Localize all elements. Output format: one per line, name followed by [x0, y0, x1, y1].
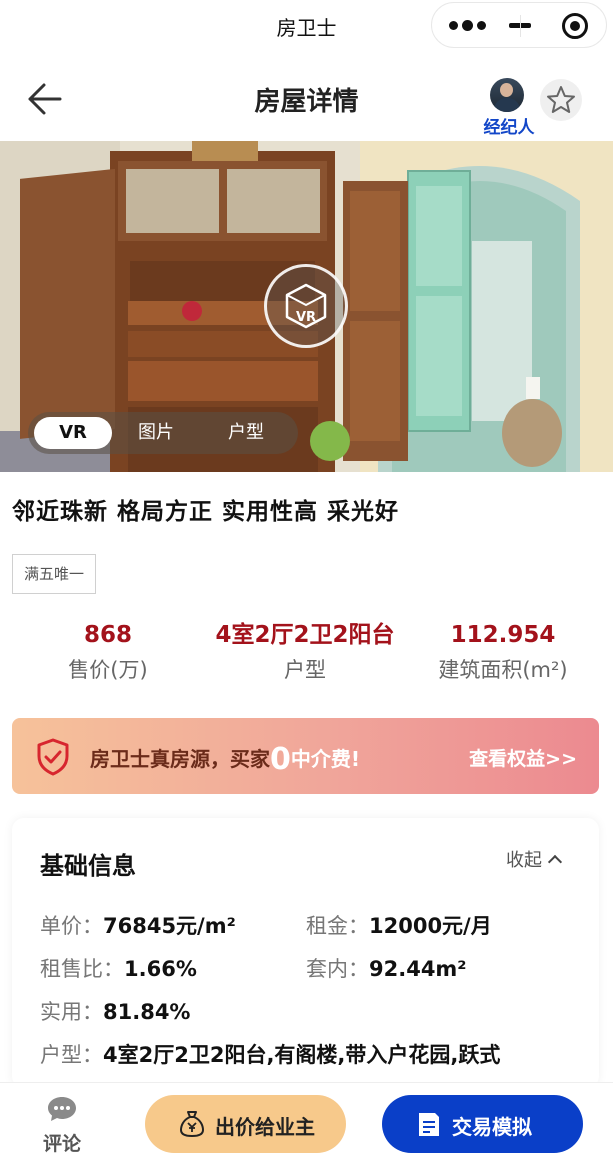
money-bag-icon — [180, 1111, 204, 1137]
listing-headline: 邻近珠新 格局方正 实用性高 采光好 — [12, 499, 400, 525]
stat-layout: 4室2厅2卫2阳台 户型 — [195, 620, 415, 684]
zero-fee-banner[interactable]: 房卫士真房源，买家0中介费! 查看权益>> — [12, 718, 599, 794]
collapse-label: 收起 — [506, 850, 542, 871]
offer-to-owner-button[interactable]: 出价给业主 — [145, 1095, 346, 1153]
collapse-button[interactable]: 收起 — [506, 846, 563, 872]
stat-label: 售价(万) — [68, 658, 148, 682]
listing-tag: 满五唯一 — [12, 554, 96, 594]
favorite-star-icon[interactable] — [540, 79, 582, 121]
navbar: 房屋详情 经纪人 — [0, 55, 613, 141]
agent-button[interactable]: 经纪人 — [480, 75, 538, 138]
more-icon[interactable] — [449, 18, 499, 34]
tab-photos[interactable]: 图片 — [120, 417, 192, 449]
unit-price-key: 单价： — [40, 914, 103, 938]
usable-value: 81.84% — [103, 1000, 191, 1024]
transaction-simulation-button[interactable]: 交易模拟 — [382, 1095, 583, 1153]
layout-key: 户型： — [40, 1043, 103, 1067]
rent-ratio-value: 1.66% — [124, 957, 197, 981]
unit-price-value: 76845元/m² — [103, 914, 236, 938]
info-title: 基础信息 — [40, 852, 136, 880]
banner-text-fee: 中介费! — [290, 747, 360, 771]
media-tabs: VR 图片 户型 — [28, 412, 298, 454]
offer-label: 出价给业主 — [215, 1115, 315, 1139]
listing-photo[interactable]: VR VR 图片 户型 — [0, 141, 613, 472]
tab-vr[interactable]: VR — [34, 417, 112, 449]
app-titlebar: 房卫士 — [0, 0, 613, 55]
inner-area-row: 套内：92.44m² — [306, 953, 467, 983]
stat-value: 868 — [83, 622, 132, 648]
view-benefits-link[interactable]: 查看权益>> — [469, 744, 577, 771]
agent-avatar — [490, 78, 524, 112]
shield-check-icon — [37, 738, 69, 776]
inner-area-key: 套内： — [306, 957, 369, 981]
capsule-divider — [520, 15, 521, 37]
rent-value: 12000元/月 — [369, 914, 492, 938]
inner-area-value: 92.44m² — [369, 957, 467, 981]
layout-value: 4室2厅2卫2阳台,有阁楼,带入户花园,跃式 — [103, 1043, 501, 1067]
banner-zero: 0 — [270, 742, 291, 777]
agent-label: 经纪人 — [483, 118, 535, 138]
stat-price: 868 售价(万) — [38, 620, 178, 684]
unit-price-row: 单价：76845元/m² — [40, 910, 236, 940]
usable-key: 实用： — [40, 1000, 103, 1024]
stat-value: 4室2厅2卫2阳台 — [215, 622, 395, 648]
simulation-label: 交易模拟 — [452, 1115, 532, 1139]
comment-icon — [48, 1097, 76, 1121]
stat-label: 建筑面积(m²) — [438, 658, 568, 682]
tab-floorplan[interactable]: 户型 — [210, 417, 282, 449]
rent-row: 租金：12000元/月 — [306, 910, 492, 940]
chevron-up-icon — [547, 854, 563, 870]
rent-ratio-row: 租售比：1.66% — [40, 953, 197, 983]
layout-row: 户型：4室2厅2卫2阳台,有阁楼,带入户花园,跃式 — [40, 1039, 500, 1069]
rent-key: 租金： — [306, 914, 369, 938]
vr-label: VR — [295, 310, 317, 325]
stat-label: 户型 — [284, 658, 326, 682]
banner-text: 房卫士真房源，买家0中介费! — [90, 742, 360, 777]
comment-label: 评论 — [42, 1133, 81, 1155]
bottom-action-bar: 评论 出价给业主 交易模拟 — [0, 1082, 613, 1162]
capsule-menu — [431, 2, 607, 48]
vr-view-button[interactable]: VR — [264, 264, 348, 348]
document-icon — [419, 1113, 439, 1136]
comment-button[interactable]: 评论 — [38, 1095, 86, 1155]
listing-content: 邻近珠新 格局方正 实用性高 采光好 满五唯一 868 售价(万) 4室2厅2卫… — [0, 472, 613, 1088]
stat-area: 112.954 建筑面积(m²) — [425, 620, 581, 684]
basic-info-card: 基础信息 收起 单价：76845元/m² 租金：12000元/月 租售比：1.6… — [12, 818, 599, 1088]
close-miniprogram-icon[interactable] — [562, 13, 588, 39]
banner-text-main: 房卫士真房源，买家 — [90, 747, 270, 771]
vr-cube-icon — [285, 283, 327, 329]
stat-value: 112.954 — [450, 622, 556, 648]
usable-row: 实用：81.84% — [40, 996, 190, 1026]
rent-ratio-key: 租售比： — [40, 957, 124, 981]
